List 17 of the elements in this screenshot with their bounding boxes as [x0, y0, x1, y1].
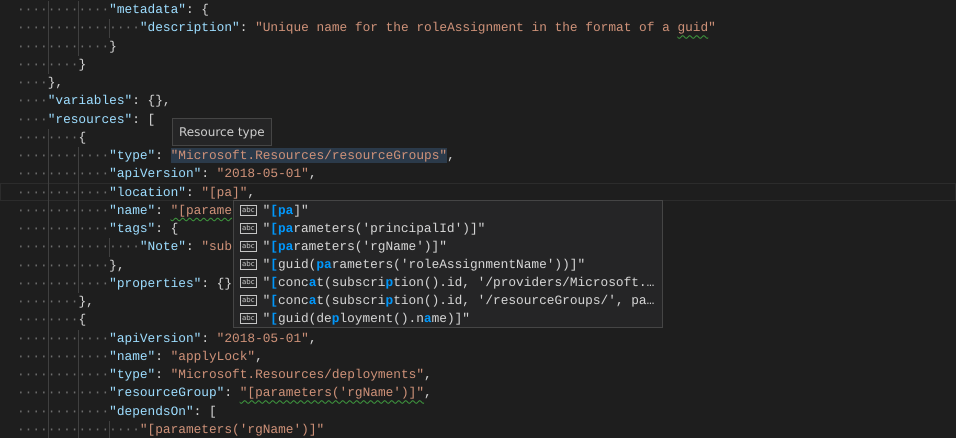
- code-line: ············}: [0, 36, 956, 55]
- code-line: ················"description": "Unique name for the roleAssignment in the format of a guid": [16, 18, 717, 36]
- code-line: ····},: [16, 74, 64, 92]
- code-line: ················"[parameters('rgName')]": [16, 420, 326, 438]
- code-line: ············"dependsOn": [: [0, 402, 956, 420]
- code-editor[interactable]: [0, 0, 956, 438]
- code-line: ············"name": "applyLock",: [16, 346, 264, 365]
- code-line: ············"type": "Microsoft.Resources/deployments",: [0, 365, 956, 384]
- code-line: ············"metadata": {: [0, 0, 956, 18]
- code-line: ········}: [16, 54, 88, 73]
- code-line: ····"resources": [: [16, 110, 156, 128]
- code-line: ············"apiVersion": "2018-05-01",: [16, 164, 318, 182]
- code-line: ············"type": "Microsoft.Resources/resourceGroups",: [0, 146, 956, 164]
- hover-tooltip: Resource type: [172, 118, 272, 146]
- code-line: ····"variables": {},: [16, 92, 172, 110]
- code-line: ············"apiVersion": "2018-05-01",: [0, 328, 956, 347]
- code-line: ············"resourceGroup": "[parameters('rgName')]",: [16, 383, 433, 402]
